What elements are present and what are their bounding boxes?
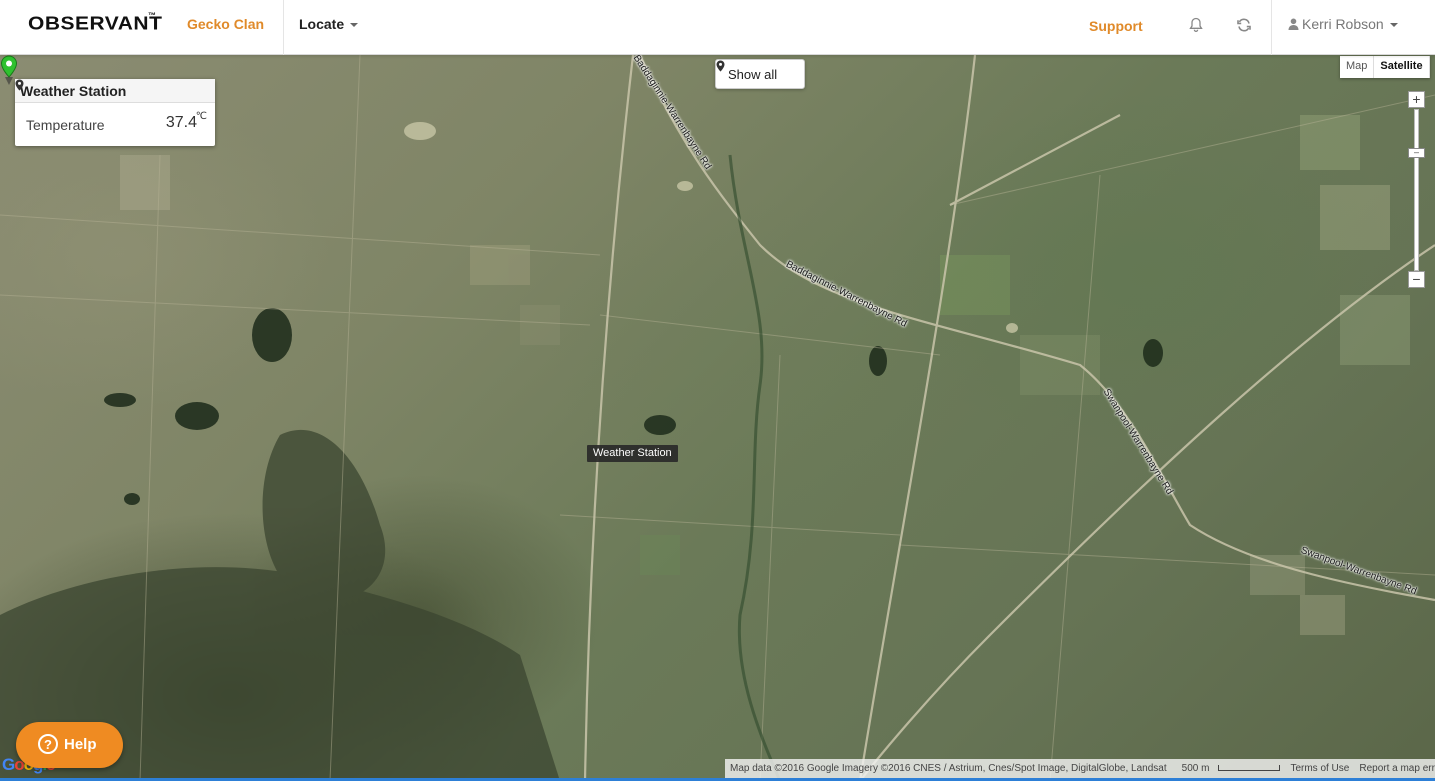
zoom-out-button[interactable]: − xyxy=(1408,271,1425,288)
temperature-row: Temperature 37.4 ℃ xyxy=(15,103,215,145)
map-type-satellite-button[interactable]: Satellite xyxy=(1374,56,1430,78)
panel-title: Weather Station xyxy=(20,83,127,99)
nav-locate-dropdown[interactable]: Locate xyxy=(299,16,359,32)
question-icon: ? xyxy=(38,734,58,754)
help-button[interactable]: ? Help xyxy=(16,722,123,768)
show-all-label: Show all xyxy=(728,67,778,82)
top-navbar: OBSERVANT ™ Gecko Clan Locate Support Ke… xyxy=(0,0,1435,55)
user-icon xyxy=(1288,18,1299,30)
panel-header[interactable]: Weather Station xyxy=(15,79,215,103)
nav-locate-label: Locate xyxy=(299,16,345,32)
map-attribution-bar: Map data ©2016 Google Imagery ©2016 CNES… xyxy=(725,759,1435,778)
observant-logo[interactable]: OBSERVANT xyxy=(28,13,162,35)
scale-bar xyxy=(1218,765,1281,772)
map-data-credit: Map data ©2016 Google Imagery ©2016 CNES… xyxy=(730,763,1167,774)
help-label: Help xyxy=(64,736,97,753)
nav-divider xyxy=(1271,0,1272,55)
chevron-down-icon xyxy=(350,23,359,28)
report-map-error-link[interactable]: Report a map error xyxy=(1354,763,1435,774)
weather-station-panel: Weather Station Temperature 37.4 ℃ xyxy=(15,79,215,146)
temperature-value: 37.4 xyxy=(165,114,197,131)
logo-trademark: ™ xyxy=(148,11,156,20)
weather-station-marker-icon[interactable] xyxy=(0,55,18,85)
nav-support-link[interactable]: Support xyxy=(1089,18,1143,34)
map-marker-icon xyxy=(716,60,725,72)
temperature-label: Temperature xyxy=(26,117,105,133)
temperature-unit: ℃ xyxy=(195,111,207,122)
chevron-down-icon xyxy=(1389,23,1398,28)
zoom-slider-track[interactable] xyxy=(1414,109,1419,271)
zoom-slider-handle[interactable]: – xyxy=(1408,148,1425,158)
satellite-map[interactable]: Baddaginnie-Warrenbayne Rd Baddaginnie-W… xyxy=(0,55,1435,781)
map-type-map-button[interactable]: Map xyxy=(1340,56,1375,78)
zoom-in-button[interactable]: + xyxy=(1408,91,1425,108)
terms-of-use-link[interactable]: Terms of Use xyxy=(1285,763,1354,774)
nav-divider xyxy=(283,0,284,55)
map-scale-label: 500 m xyxy=(1181,763,1210,774)
user-menu[interactable]: Kerri Robson xyxy=(1288,16,1398,32)
marker-label: Weather Station xyxy=(587,445,678,462)
show-all-button[interactable]: Show all xyxy=(715,59,805,89)
refresh-icon[interactable] xyxy=(1235,16,1253,34)
user-name: Kerri Robson xyxy=(1302,16,1384,32)
map-type-control: Map Satellite xyxy=(1340,56,1430,78)
nav-clan-link[interactable]: Gecko Clan xyxy=(187,16,264,32)
bell-icon[interactable] xyxy=(1187,16,1205,34)
map-imagery xyxy=(0,55,1435,781)
map-scale[interactable]: 500 m xyxy=(1172,763,1286,774)
